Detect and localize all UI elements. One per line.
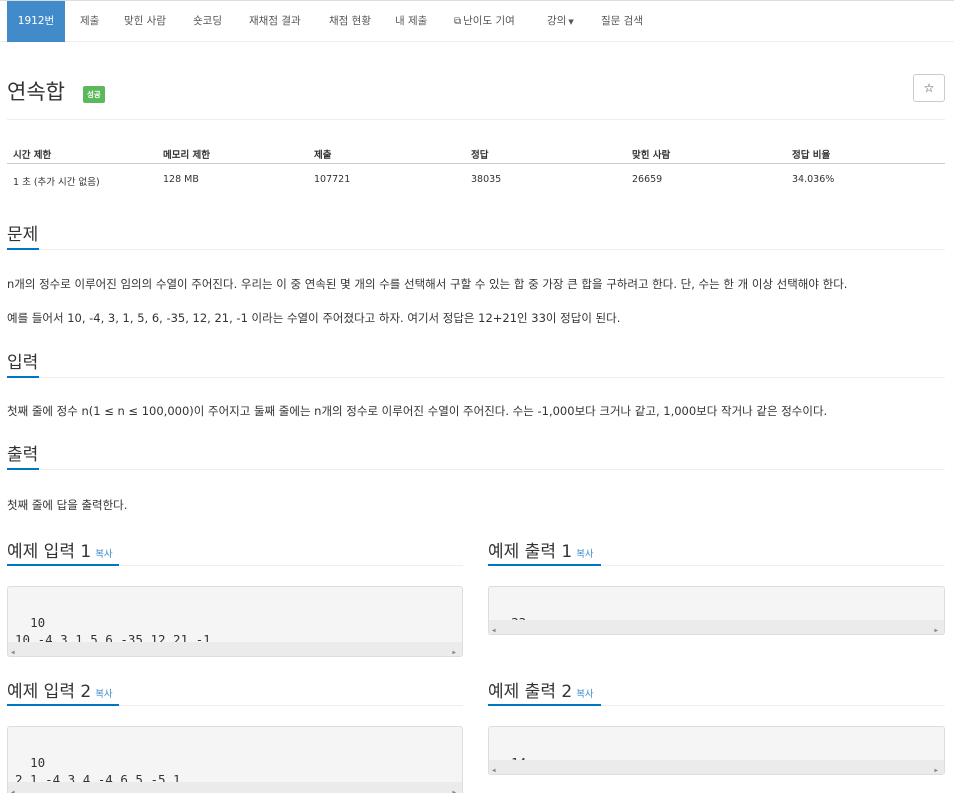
- value-time-limit: 1 초 (추가 시간 없음): [13, 177, 100, 188]
- heading-underline: [488, 564, 601, 566]
- copy-button[interactable]: 복사: [95, 549, 112, 560]
- horizontal-scrollbar[interactable]: ◀ ▶: [8, 782, 462, 793]
- problem-example-text: 예를 들어서 10, -4, 3, 1, 5, 6, -35, 12, 21, …: [7, 311, 621, 325]
- sample-input-1-heading: 예제 입력 1 복사: [7, 537, 113, 562]
- page-title: 연속합: [7, 80, 65, 104]
- header-memory-limit: 메모리 제한: [163, 150, 211, 161]
- tab-difficulty-contribution[interactable]: ⧉ 난이도 기여: [454, 1, 515, 42]
- header-ratio: 정답 비율: [792, 150, 831, 161]
- problem-description: n개의 정수로 이루어진 임의의 수열이 주어진다. 우리는 이 중 연속된 몇…: [7, 277, 848, 291]
- sample-output-2: 14 ◀▶: [488, 726, 945, 775]
- horizontal-scrollbar[interactable]: ◀ ▶: [489, 760, 944, 774]
- input-description: 첫째 줄에 정수 n(1 ≤ n ≤ 100,000)이 주어지고 둘째 줄에는…: [7, 404, 828, 418]
- divider: [7, 249, 945, 250]
- scroll-left-icon[interactable]: ◀: [11, 644, 15, 656]
- tab-lectures[interactable]: 강의 ▼: [547, 1, 574, 42]
- sample-title: 예제 출력 1: [488, 542, 573, 562]
- scroll-right-icon[interactable]: ▶: [452, 644, 456, 656]
- scroll-left-icon[interactable]: ◀: [11, 784, 15, 793]
- tab-question-search[interactable]: 질문 검색: [601, 1, 643, 42]
- value-ratio: 34.036%: [792, 174, 835, 185]
- heading-underline: [7, 248, 39, 250]
- copy-button[interactable]: 복사: [576, 549, 593, 560]
- external-link-icon: ⧉: [454, 16, 462, 27]
- heading-underline: [7, 468, 39, 470]
- input-heading: 입력: [7, 353, 39, 373]
- copy-button[interactable]: 복사: [576, 689, 593, 700]
- divider: [7, 469, 945, 470]
- sample-title: 예제 입력 2: [7, 682, 92, 702]
- star-icon: ☆: [923, 81, 935, 95]
- heading-underline: [7, 376, 39, 378]
- horizontal-scrollbar[interactable]: ◀ ▶: [8, 642, 462, 656]
- header-submissions: 제출: [314, 150, 332, 161]
- divider: [7, 377, 945, 378]
- scroll-left-icon[interactable]: ◀: [492, 622, 496, 634]
- problem-tabs: 1912번 제출 맞힌 사람 숏코딩 재채점 결과 채점 현황 내 제출 ⧉ 난이…: [0, 0, 954, 42]
- table-row: 1 초 (추가 시간 없음) 128 MB 107721 38035 26659…: [7, 164, 945, 192]
- value-memory-limit: 128 MB: [163, 174, 199, 185]
- scroll-right-icon[interactable]: ▶: [934, 762, 938, 774]
- problem-info-table: 시간 제한 메모리 제한 제출 정답 맞힌 사람 정답 비율 1 초 (추가 시…: [7, 142, 945, 192]
- tab-problem[interactable]: 1912번: [7, 1, 65, 42]
- tab-submit[interactable]: 제출: [80, 1, 99, 42]
- tab-rejudge-results[interactable]: 재채점 결과: [249, 1, 301, 42]
- sample-input-2-heading: 예제 입력 2 복사: [7, 677, 113, 702]
- tab-my-submissions[interactable]: 내 제출: [395, 1, 427, 42]
- header-accepted: 정답: [471, 150, 489, 161]
- output-heading: 출력: [7, 445, 39, 465]
- sample-title: 예제 입력 1: [7, 542, 92, 562]
- copy-button[interactable]: 복사: [95, 689, 112, 700]
- title-row: 연속합 성공 ☆: [7, 74, 945, 120]
- problem-heading: 문제: [7, 225, 39, 245]
- heading-underline: [7, 564, 119, 566]
- horizontal-scrollbar[interactable]: ◀ ▶: [489, 620, 944, 634]
- sample-input-1: 10 10 -4 3 1 5 6 -35 12 21 -1 ◀ ▶: [7, 586, 463, 657]
- sample-output-1-heading: 예제 출력 1 복사: [488, 537, 594, 562]
- scroll-left-icon[interactable]: ◀: [492, 762, 496, 774]
- value-submissions: 107721: [314, 174, 351, 185]
- table-header-row: 시간 제한 메모리 제한 제출 정답 맞힌 사람 정답 비율: [7, 142, 945, 164]
- tab-short-coding[interactable]: 숏코딩: [193, 1, 222, 42]
- scroll-right-icon[interactable]: ▶: [452, 784, 456, 793]
- header-time-limit: 시간 제한: [13, 150, 52, 161]
- tab-judge-status[interactable]: 채점 현황: [329, 1, 371, 42]
- heading-underline: [488, 704, 601, 706]
- value-accepted: 38035: [471, 174, 502, 185]
- tab-label: 난이도 기여: [463, 15, 515, 27]
- caret-down-icon: ▼: [568, 18, 574, 26]
- sample-output-1: 33 ◀▶: [488, 586, 945, 635]
- sample-input-2: 10 2 1 -4 3 4 -4 6 5 -5 1 ◀ ▶: [7, 726, 463, 793]
- value-solvers: 26659: [632, 174, 663, 185]
- heading-underline: [7, 704, 119, 706]
- scroll-right-icon[interactable]: ▶: [934, 622, 938, 634]
- tab-solvers[interactable]: 맞힌 사람: [124, 1, 166, 42]
- star-button[interactable]: ☆: [913, 74, 945, 102]
- tab-label: 강의: [547, 15, 567, 27]
- sample-output-2-heading: 예제 출력 2 복사: [488, 677, 594, 702]
- sample-title: 예제 출력 2: [488, 682, 573, 702]
- output-description: 첫째 줄에 답을 출력한다.: [7, 498, 128, 512]
- status-badge: 성공: [83, 86, 105, 103]
- header-solvers: 맞힌 사람: [632, 150, 671, 161]
